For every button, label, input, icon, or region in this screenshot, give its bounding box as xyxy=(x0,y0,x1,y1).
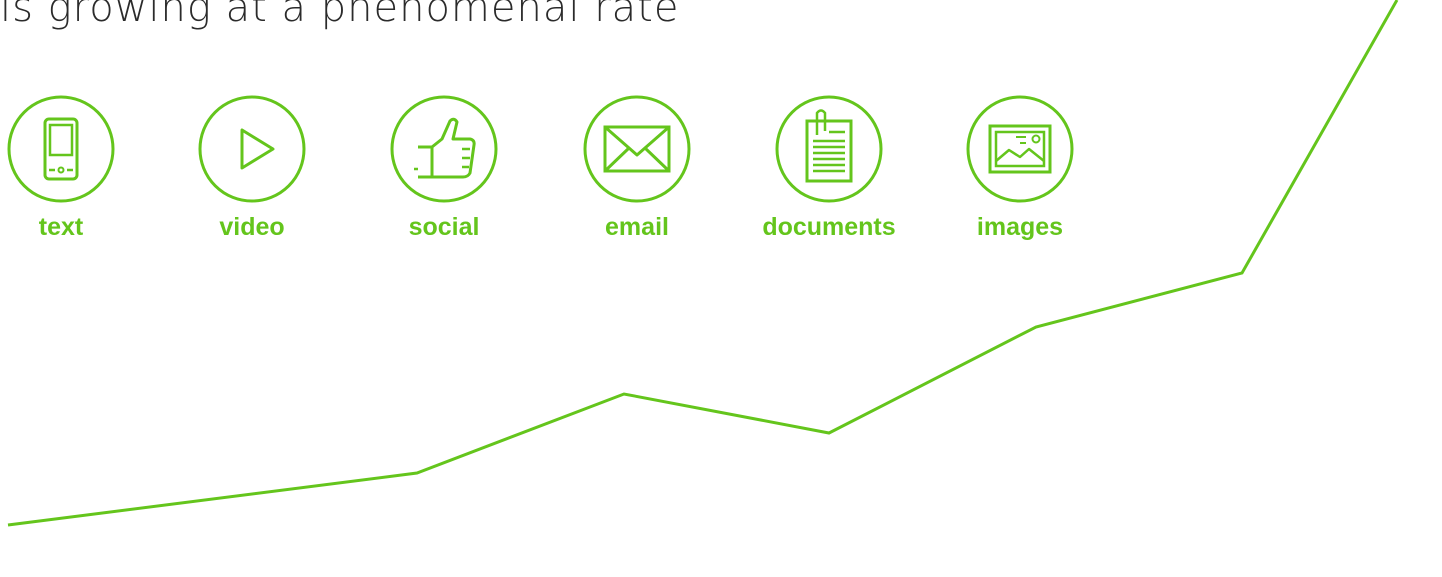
data-type-label: documents xyxy=(762,213,896,241)
data-type-label: social xyxy=(408,213,480,241)
data-type-label: email xyxy=(605,213,669,241)
document-icon xyxy=(775,95,883,203)
data-type-label: images xyxy=(976,213,1064,241)
data-type-label: text xyxy=(38,213,84,241)
thumbs-up-icon xyxy=(390,95,498,203)
image-icon xyxy=(966,95,1074,203)
play-icon xyxy=(198,95,306,203)
data-type-label: video xyxy=(219,213,285,241)
data-type-icons: text video social email documents images xyxy=(0,0,1442,260)
envelope-icon xyxy=(583,95,691,203)
phone-icon xyxy=(7,95,115,203)
